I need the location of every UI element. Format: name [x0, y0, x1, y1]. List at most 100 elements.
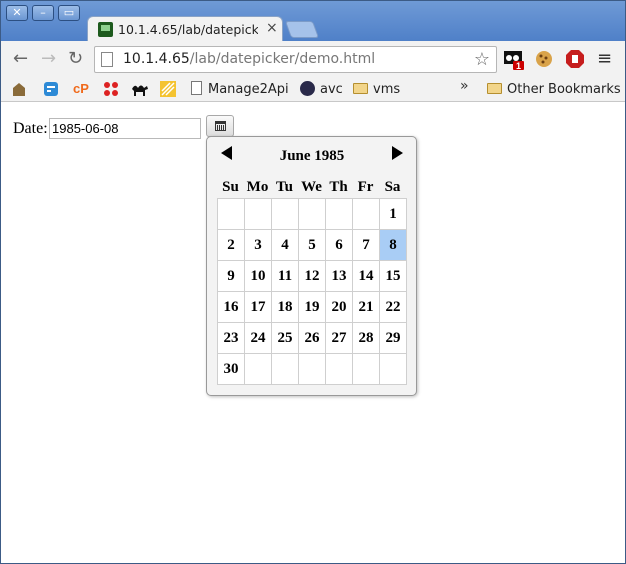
- calendar-day-cell[interactable]: 25: [271, 322, 299, 354]
- bookmark-label: Other Bookmarks: [507, 82, 621, 97]
- calendar-day-cell[interactable]: 20: [325, 291, 353, 323]
- page-icon: [191, 81, 202, 95]
- calendar-day-cell[interactable]: 30: [217, 353, 245, 385]
- bookmark-dots-icon[interactable]: [103, 81, 119, 97]
- month-year-title: June 1985: [279, 148, 345, 164]
- calendar-day-cell[interactable]: 28: [352, 322, 380, 354]
- calendar-day-cell[interactable]: 4: [271, 229, 299, 261]
- calendar-day-cell[interactable]: 21: [352, 291, 380, 323]
- calendar-day-cell[interactable]: 2: [217, 229, 245, 261]
- extension-stop-icon[interactable]: [565, 49, 585, 69]
- bookmark-avc[interactable]: avc: [300, 81, 343, 98]
- calendar-empty-cell: [325, 198, 353, 230]
- date-input[interactable]: 1985-06-08: [49, 118, 201, 139]
- window-minimize-button[interactable]: –: [32, 5, 54, 21]
- calendar-week-row: 1: [217, 198, 407, 230]
- calendar-day-cell[interactable]: 9: [217, 260, 245, 292]
- window-close-button[interactable]: ✕: [6, 5, 28, 21]
- calendar-day-cell[interactable]: 19: [298, 291, 326, 323]
- page-content: Date: 1985-06-08 June 1985 Su Mo Tu We T…: [1, 103, 625, 563]
- window-maximize-button[interactable]: ▭: [58, 5, 80, 21]
- calendar-empty-cell: [352, 198, 380, 230]
- avc-logo-icon: [300, 81, 315, 96]
- calendar-day-cell[interactable]: 24: [244, 322, 272, 354]
- bookmark-sync-icon[interactable]: [43, 81, 59, 97]
- previous-month-arrow-icon[interactable]: [221, 146, 232, 160]
- tab-close-icon[interactable]: ×: [266, 20, 278, 36]
- tab-datepicker[interactable]: 10.1.4.65/lab/datepicker/ ×: [87, 16, 283, 42]
- extension-adblock-icon[interactable]: 1: [503, 49, 524, 71]
- calendar-day-selected[interactable]: 8: [379, 229, 407, 261]
- calendar-day-cell[interactable]: 10: [244, 260, 272, 292]
- calendar-day-cell[interactable]: 29: [379, 322, 407, 354]
- bookmarks-overflow-chevron-icon[interactable]: »: [460, 78, 469, 94]
- calendar-empty-cell: [298, 198, 326, 230]
- back-arrow-icon[interactable]: ←: [13, 49, 28, 69]
- other-bookmarks-folder[interactable]: Other Bookmarks: [487, 81, 621, 98]
- open-calendar-button[interactable]: [206, 115, 234, 137]
- calendar-empty-cell: [271, 198, 299, 230]
- calendar-day-cell[interactable]: 27: [325, 322, 353, 354]
- weekday-header: We: [301, 179, 322, 195]
- calendar-empty-cell: [217, 198, 245, 230]
- calendar-week-row: 2345678: [217, 229, 407, 261]
- bookmark-cpanel-icon[interactable]: cP: [73, 81, 89, 97]
- calendar-day-cell[interactable]: 18: [271, 291, 299, 323]
- calendar-day-cell[interactable]: 5: [298, 229, 326, 261]
- weekday-header: Su: [222, 179, 239, 195]
- calendar-day-cell[interactable]: 15: [379, 260, 407, 292]
- weekday-header: Mo: [246, 179, 269, 195]
- calendar-day-cell[interactable]: 22: [379, 291, 407, 323]
- calendar-week-row: 9 10 11 12 13 14 15: [217, 260, 407, 292]
- calendar-day-cell[interactable]: 11: [271, 260, 299, 292]
- bookmark-house-icon[interactable]: [11, 81, 27, 97]
- calendar-empty-cell: [244, 353, 272, 385]
- calendar-day-cell[interactable]: 6: [325, 229, 353, 261]
- bookmark-manage2api[interactable]: Manage2Api: [191, 81, 289, 98]
- calendar-day-cell[interactable]: 17: [244, 291, 272, 323]
- calendar-day-cell[interactable]: 13: [325, 260, 353, 292]
- calendar-week-row: 16 17 18 19 20 21 22: [217, 291, 407, 323]
- bookmark-label: avc: [320, 82, 343, 97]
- url-path: /lab/datepicker/demo.html: [189, 51, 376, 67]
- bookmark-camel-icon[interactable]: [131, 81, 148, 97]
- site-favicon-icon: [98, 22, 113, 37]
- weekday-header: Sa: [384, 179, 401, 195]
- calendar-day-cell[interactable]: 23: [217, 322, 245, 354]
- weekday-header: Tu: [276, 179, 293, 195]
- calendar-day-cell[interactable]: 16: [217, 291, 245, 323]
- calendar-grid: 1 2 3 4 5 6 7 8 9 10 11 12 13 14 15 16 17 18 19 20 21 22 23 24 2…: [217, 198, 407, 385]
- weekday-header: Th: [329, 179, 348, 195]
- calendar-day-cell[interactable]: 14: [352, 260, 380, 292]
- calendar-day-cell[interactable]: 1: [379, 198, 407, 230]
- extension-cookie-icon[interactable]: [534, 49, 554, 69]
- calendar-day-cell[interactable]: 3: [244, 229, 272, 261]
- calendar-empty-cell: [325, 353, 353, 385]
- calendar-empty-cell: [244, 198, 272, 230]
- next-month-arrow-icon[interactable]: [392, 146, 403, 160]
- address-bar[interactable]: 10.1.4.65/lab/datepicker/demo.html ☆: [94, 46, 497, 73]
- weekday-header: Fr: [357, 179, 374, 195]
- forward-arrow-icon[interactable]: →: [41, 49, 56, 69]
- bookmarks-bar: cP Manage2Api avc vms » Other Bookmarks: [1, 77, 625, 102]
- browser-toolbar: ← → ↻ 10.1.4.65/lab/datepicker/demo.html…: [1, 41, 625, 77]
- bookmark-folder-vms[interactable]: vms: [353, 81, 400, 98]
- browser-window: ✕ – ▭ 10.1.4.65/lab/datepicker/ × ← → ↻ …: [0, 0, 626, 564]
- calendar-empty-cell: [352, 353, 380, 385]
- address-url: 10.1.4.65/lab/datepicker/demo.html: [123, 51, 375, 67]
- bookmark-sun-icon[interactable]: [160, 81, 176, 97]
- calendar-day-cell[interactable]: 12: [298, 260, 326, 292]
- folder-icon: [353, 83, 368, 94]
- calendar-day-cell[interactable]: 7: [352, 229, 380, 261]
- bookmark-star-icon[interactable]: ☆: [474, 49, 490, 70]
- menu-icon[interactable]: ≡: [597, 49, 612, 69]
- bookmark-label: Manage2Api: [208, 82, 289, 97]
- calendar-day-cell[interactable]: 26: [298, 322, 326, 354]
- new-tab-button[interactable]: [284, 21, 320, 38]
- calendar-week-row: 30: [217, 353, 407, 385]
- reload-icon[interactable]: ↻: [68, 49, 83, 69]
- date-label: Date:: [13, 120, 48, 137]
- calendar-week-row: 23 24 25 26 27 28 29: [217, 322, 407, 354]
- page-icon: [101, 52, 113, 67]
- extension-badge: 1: [516, 61, 521, 71]
